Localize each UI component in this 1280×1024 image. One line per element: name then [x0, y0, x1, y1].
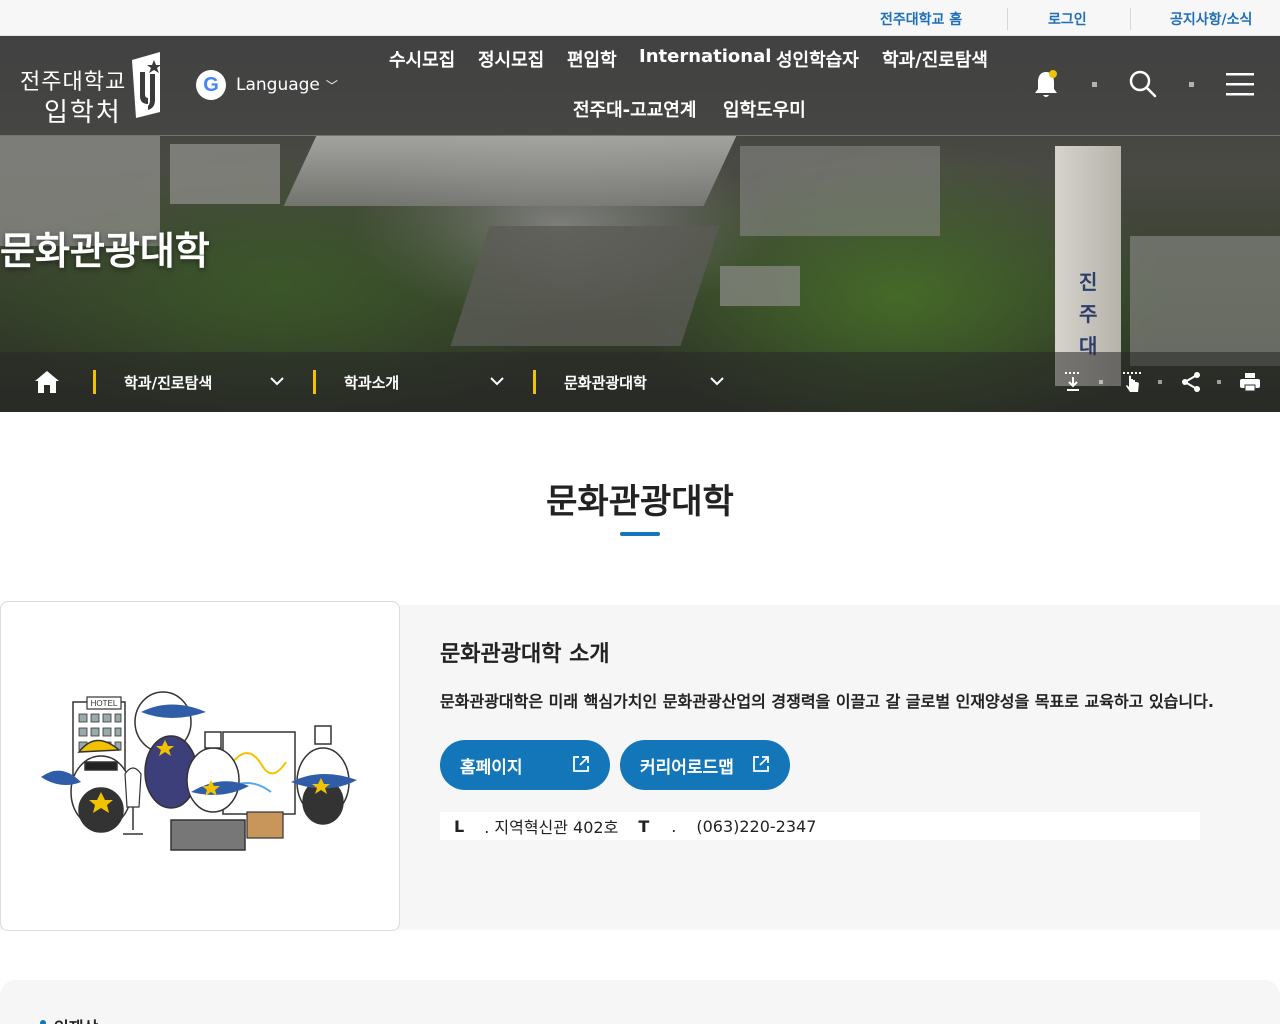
location-level2[interactable]: 학과소개 — [344, 372, 399, 393]
menu-transfer[interactable]: 편입학 — [567, 46, 617, 72]
header-tools — [1028, 66, 1258, 102]
chevron-down-icon[interactable] — [710, 374, 724, 390]
college-illustration-card: HOTEL — [0, 601, 400, 931]
talent-section-title: 인재상 — [54, 1014, 98, 1024]
login-link[interactable]: 로그인 — [1048, 9, 1087, 29]
divider-dot — [1099, 380, 1103, 384]
building — [170, 144, 280, 204]
utility-bar: 전주대학교 홈 로그인 공지사항/소식 — [0, 0, 1280, 36]
college-mascot-illustration: HOTEL — [41, 691, 357, 851]
external-link-icon — [573, 756, 589, 772]
homepage-button[interactable]: 홈페이지 — [440, 740, 610, 790]
location-value: . 지역혁신관 402호 — [484, 818, 619, 837]
talent-section — [0, 980, 1280, 1024]
divider-dot — [1217, 380, 1221, 384]
menu-international[interactable]: International — [639, 46, 771, 67]
logo-text-admission[interactable]: 입학처 — [44, 92, 122, 129]
building — [720, 266, 800, 306]
hotel-sign: HOTEL — [91, 699, 118, 708]
menu-susi[interactable]: 수시모집 — [389, 46, 455, 72]
touch-icon[interactable] — [1120, 370, 1144, 394]
location-bar: 학과/진로탐색 학과소개 문화관광대학 — [0, 352, 1280, 412]
sports-field — [450, 226, 720, 346]
menu-department-explore[interactable]: 학과/진로탐색 — [882, 46, 988, 72]
building — [740, 146, 940, 236]
jeonju-home-link[interactable]: 전주대학교 홈 — [880, 9, 962, 29]
title-underline — [620, 532, 660, 536]
main-navigation: 전주대학교 입학처 G Language ﹀ 수시모집 정시모집 편입학 Int… — [0, 36, 1280, 136]
bell-icon[interactable] — [1028, 66, 1064, 102]
external-link-icon — [753, 756, 769, 772]
intro-description: 문화관광대학은 미래 핵심가치인 문화관광산업의 경쟁력을 이끌고 갈 글로벌 … — [440, 692, 1214, 711]
location-divider — [93, 370, 96, 394]
building — [1130, 236, 1280, 366]
campus-tower: 진 주 대 — [1055, 146, 1121, 386]
divider — [1130, 8, 1131, 30]
chevron-down-icon[interactable] — [490, 374, 504, 390]
menu-jeongsi[interactable]: 정시모집 — [478, 46, 544, 72]
intro-title: 문화관광대학 소개 — [440, 642, 610, 667]
hero-banner: 진 주 대 전주대학교 입학처 G Language ﹀ 수시모집 정시모집 편… — [0, 36, 1280, 412]
homepage-button-label: 홈페이지 — [460, 757, 523, 778]
location-key: L — [454, 816, 465, 836]
career-roadmap-button-label: 커리어로드맵 — [640, 757, 734, 778]
bullet-dot — [40, 1020, 46, 1024]
tel-key: T — [638, 816, 650, 836]
tower-text: 진 — [1079, 270, 1098, 294]
university-logo-icon[interactable] — [128, 52, 168, 118]
chevron-down-icon: ﹀ — [325, 78, 338, 93]
hamburger-menu-icon[interactable] — [1222, 66, 1258, 102]
divider-dot — [1189, 81, 1194, 87]
divider — [1007, 8, 1008, 30]
contact-info: L . 지역혁신관 402호 T . (063)220-2347 — [440, 812, 1200, 840]
search-icon[interactable] — [1125, 66, 1161, 102]
tel-separator: . — [671, 816, 677, 836]
home-icon[interactable] — [34, 370, 60, 394]
location-level3[interactable]: 문화관광대학 — [564, 372, 647, 393]
language-selector[interactable]: G Language ﹀ — [196, 70, 338, 100]
download-icon[interactable] — [1061, 370, 1085, 394]
divider-dot — [1158, 380, 1162, 384]
print-icon[interactable] — [1238, 370, 1262, 394]
notice-link[interactable]: 공지사항/소식 — [1170, 9, 1252, 29]
language-label: Language — [236, 75, 320, 95]
location-divider — [313, 370, 316, 394]
divider-dot — [1092, 81, 1097, 87]
menu-highschool-link[interactable]: 전주대-고교연계 — [573, 96, 696, 122]
career-roadmap-button[interactable]: 커리어로드맵 — [620, 740, 790, 790]
menu-adult-learner[interactable]: 성인학습자 — [776, 46, 859, 72]
share-icon[interactable] — [1179, 370, 1203, 394]
stadium-roof — [283, 136, 737, 206]
chevron-down-icon[interactable] — [270, 374, 284, 390]
page-title: 문화관광대학 — [546, 482, 734, 522]
menu-admission-helper[interactable]: 입학도우미 — [723, 96, 806, 122]
google-icon: G — [196, 70, 226, 100]
tel-value: (063)220-2347 — [696, 816, 817, 836]
hero-title: 문화관광대학 — [0, 229, 210, 273]
location-level1[interactable]: 학과/진로탐색 — [124, 372, 212, 393]
location-divider — [533, 370, 536, 394]
tower-text: 주 — [1079, 302, 1098, 326]
